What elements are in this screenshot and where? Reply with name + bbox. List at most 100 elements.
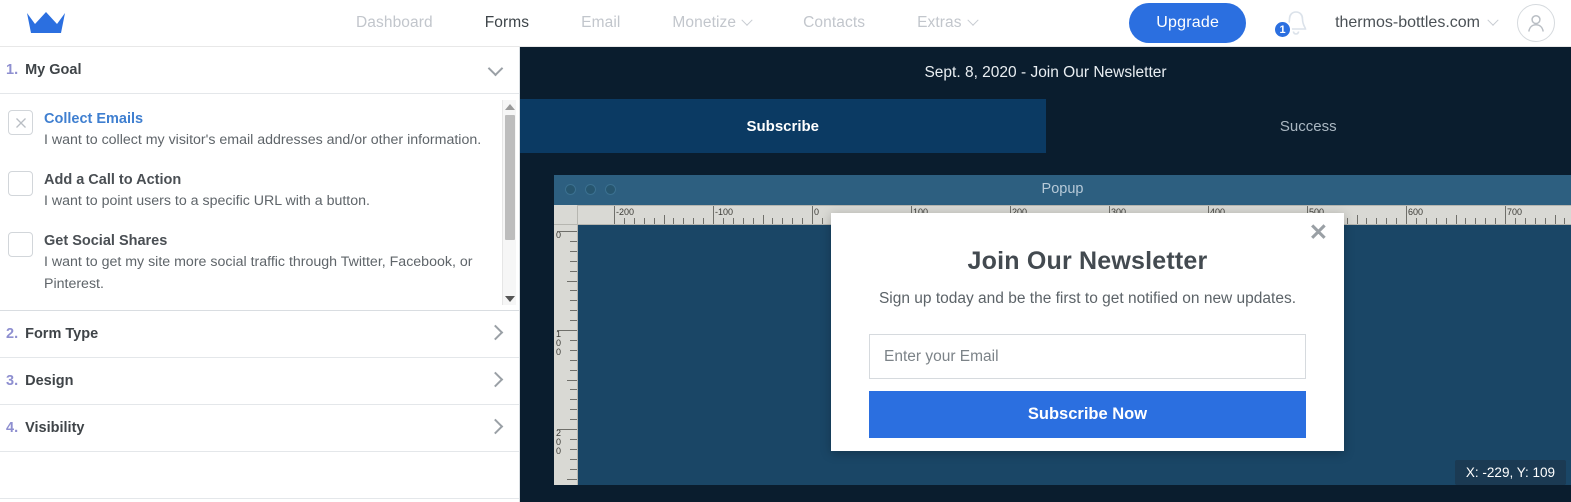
ruler-tick xyxy=(1455,215,1457,224)
nav-item-email[interactable]: Email xyxy=(555,14,646,32)
ruler-tick xyxy=(722,218,724,224)
section-title: Form Type xyxy=(25,326,99,342)
ruler-tick xyxy=(1386,218,1388,224)
ruler-tick xyxy=(570,409,577,411)
close-icon[interactable]: ✕ xyxy=(1309,221,1328,244)
tab-subscribe[interactable]: Subscribe xyxy=(520,99,1046,153)
ruler-tick xyxy=(1514,218,1516,224)
ruler-tick xyxy=(570,389,577,391)
ruler-tick-label: -200 xyxy=(616,207,635,217)
ruler-tick xyxy=(570,359,577,361)
ruler-tick-label: 700 xyxy=(1507,207,1523,217)
ruler-tick xyxy=(570,349,577,351)
goal-text: Get Social Shares I want to get my site … xyxy=(44,230,489,294)
nav-item-forms[interactable]: Forms xyxy=(459,14,555,32)
ruler-tick xyxy=(1534,218,1536,224)
checkbox-unchecked-icon[interactable] xyxy=(8,170,33,196)
goal-option-collect-emails[interactable]: Collect Emails I want to collect my visi… xyxy=(8,108,489,151)
nav-item-contacts[interactable]: Contacts xyxy=(777,14,891,32)
tab-success[interactable]: Success xyxy=(1046,99,1571,153)
goal-option-call-to-action[interactable]: Add a Call to Action I want to point use… xyxy=(8,169,489,212)
chevron-down-icon xyxy=(487,60,504,79)
account-domain-label: thermos-bottles.com xyxy=(1335,14,1480,31)
ruler-tick xyxy=(812,206,813,224)
sidebar-section-design[interactable]: 3. Design xyxy=(0,358,519,405)
ruler-tick xyxy=(567,379,577,381)
editor-window-label: Popup xyxy=(1041,181,1084,197)
goal-list-scrollbar[interactable] xyxy=(502,100,516,305)
sidebar-section-next[interactable] xyxy=(0,452,519,499)
scroll-up-arrow-icon[interactable] xyxy=(503,100,517,113)
chevron-right-icon xyxy=(487,371,504,390)
nav-item-monetize[interactable]: Monetize xyxy=(646,14,777,32)
newsletter-popup[interactable]: ✕ Join Our Newsletter Sign up today and … xyxy=(831,213,1344,451)
subscribe-button[interactable]: Subscribe Now xyxy=(869,391,1306,438)
ruler-tick xyxy=(1524,218,1526,224)
ruler-tick xyxy=(1396,218,1398,224)
checkbox-unchecked-icon[interactable] xyxy=(8,231,33,257)
nav-label: Dashboard xyxy=(356,14,433,31)
goal-description: I want to point users to a specific URL … xyxy=(44,193,370,210)
ruler-tick xyxy=(570,300,577,302)
ruler-tick-label: -100 xyxy=(715,207,734,217)
sidebar-section-form-type[interactable]: 2. Form Type xyxy=(0,311,519,358)
ruler-tick xyxy=(570,438,577,440)
nav-item-dashboard[interactable]: Dashboard xyxy=(330,14,459,32)
ruler-tick xyxy=(570,270,577,272)
email-input[interactable] xyxy=(869,334,1306,379)
form-preview-pane: Sept. 8, 2020 - Join Our Newsletter Subs… xyxy=(520,47,1571,502)
ruler-tick xyxy=(1425,218,1427,224)
ruler-tick xyxy=(792,218,794,224)
ruler-tick xyxy=(1505,206,1506,224)
chevron-down-icon xyxy=(741,14,753,26)
brand-logo[interactable] xyxy=(0,10,92,36)
sidebar-section-visibility[interactable]: 4. Visibility xyxy=(0,405,519,452)
ruler-tick xyxy=(570,458,577,460)
user-avatar-icon xyxy=(1528,14,1544,32)
ruler-tick xyxy=(570,468,577,470)
goal-text: Collect Emails I want to collect my visi… xyxy=(44,108,481,151)
scrollbar-thumb[interactable] xyxy=(505,115,515,240)
avatar[interactable] xyxy=(1517,4,1555,42)
ruler-tick xyxy=(653,218,655,224)
editor-title-bar: Popup xyxy=(554,175,1571,205)
ruler-tick xyxy=(1366,218,1368,224)
checkbox-checked-icon[interactable] xyxy=(8,110,33,135)
nav-right-cluster: Upgrade 1 thermos-bottles.com xyxy=(1129,3,1571,43)
ruler-tick-label: 200 xyxy=(556,428,562,456)
ruler-tick xyxy=(1356,215,1358,224)
goal-description: I want to get my site more social traffi… xyxy=(44,254,473,292)
goal-list: Collect Emails I want to collect my visi… xyxy=(0,94,519,310)
goal-title: Collect Emails xyxy=(44,111,144,127)
goal-title: Add a Call to Action xyxy=(44,171,182,188)
scroll-down-arrow-icon[interactable] xyxy=(503,292,517,305)
goal-option-social-shares[interactable]: Get Social Shares I want to get my site … xyxy=(8,230,489,294)
ruler-tick xyxy=(1544,218,1546,224)
section-title: My Goal xyxy=(25,62,82,78)
ruler-tick xyxy=(557,429,577,430)
ruler-tick xyxy=(1465,218,1467,224)
ruler-tick-label: 0 xyxy=(814,207,820,217)
goal-options-panel: Collect Emails I want to collect my visi… xyxy=(0,94,519,311)
ruler-tick xyxy=(643,218,645,224)
notifications-button[interactable]: 1 xyxy=(1273,6,1313,40)
form-builder-app: Dashboard Forms Email Monetize Contacts … xyxy=(0,0,1571,502)
preview-bottom-bar xyxy=(520,485,1571,502)
cursor-coordinates: X: -229, Y: 109 xyxy=(1454,460,1566,485)
design-stage[interactable]: ✕ Join Our Newsletter Sign up today and … xyxy=(578,213,1571,502)
nav-item-extras[interactable]: Extras xyxy=(891,14,1003,32)
vertical-ruler: 0 100 200 xyxy=(554,225,578,502)
ruler-tick xyxy=(663,215,665,224)
chevron-right-icon xyxy=(487,418,504,437)
nav-label: Extras xyxy=(917,14,962,31)
ruler-tick xyxy=(1445,218,1447,224)
sidebar-section-my-goal[interactable]: 1. My Goal xyxy=(0,47,519,94)
ruler-tick xyxy=(1475,218,1477,224)
account-domain-selector[interactable]: thermos-bottles.com xyxy=(1335,14,1499,32)
ruler-tick xyxy=(732,218,734,224)
crown-icon xyxy=(27,12,65,33)
goal-text: Add a Call to Action I want to point use… xyxy=(44,169,370,212)
ruler-tick xyxy=(742,218,744,224)
upgrade-button[interactable]: Upgrade xyxy=(1129,3,1247,43)
ruler-tick xyxy=(1495,218,1497,224)
